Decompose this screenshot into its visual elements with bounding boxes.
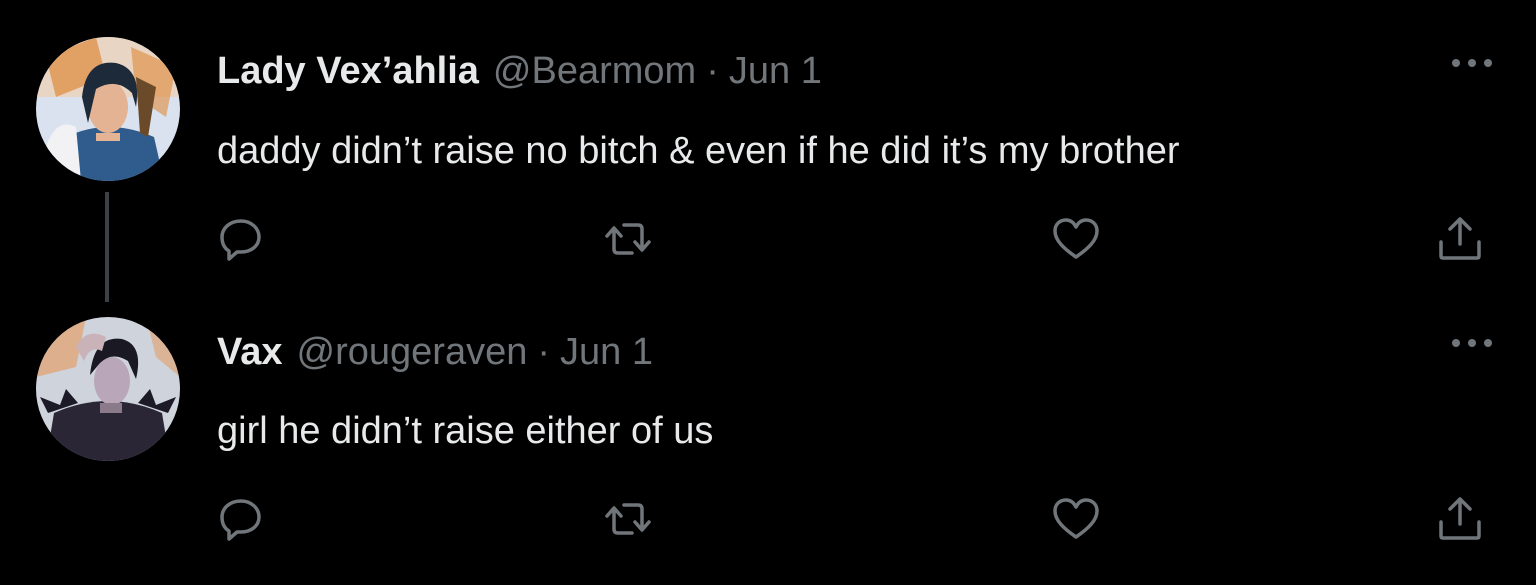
like-icon[interactable] bbox=[1051, 494, 1101, 544]
retweet-icon[interactable] bbox=[603, 494, 653, 544]
like-icon[interactable] bbox=[1051, 214, 1101, 264]
more-options-icon[interactable] bbox=[1450, 53, 1494, 73]
avatar-image bbox=[36, 37, 180, 181]
tweet-text: girl he didn’t raise either of us bbox=[217, 410, 714, 452]
tweet-text: daddy didn’t raise no bitch & even if he… bbox=[217, 130, 1180, 172]
avatar[interactable] bbox=[36, 37, 180, 181]
reply-icon[interactable] bbox=[217, 494, 267, 544]
tweet-actions bbox=[217, 494, 1487, 544]
share-icon[interactable] bbox=[1435, 494, 1485, 544]
avatar[interactable] bbox=[36, 317, 180, 461]
tweet-header: Lady Vex’ahlia @Bearmom · Jun 1 bbox=[217, 46, 822, 96]
more-options-icon[interactable] bbox=[1450, 333, 1494, 353]
avatar-image bbox=[36, 317, 180, 461]
display-name[interactable]: Vax bbox=[217, 327, 283, 377]
display-name[interactable]: Lady Vex’ahlia bbox=[217, 46, 479, 96]
tweet-actions bbox=[217, 214, 1487, 264]
tweet[interactable]: Lady Vex’ahlia @Bearmom · Jun 1 daddy di… bbox=[0, 0, 1536, 302]
tweet-date[interactable]: Jun 1 bbox=[560, 327, 653, 377]
reply-icon[interactable] bbox=[217, 214, 267, 264]
handle[interactable]: @Bearmom bbox=[493, 46, 696, 96]
retweet-icon[interactable] bbox=[603, 214, 653, 264]
tweet[interactable]: Vax @rougeraven · Jun 1 girl he didn’t r… bbox=[0, 300, 1536, 585]
tweet-header: Vax @rougeraven · Jun 1 bbox=[217, 327, 653, 377]
thread-line bbox=[105, 192, 109, 302]
separator-dot: · bbox=[706, 50, 719, 92]
tweet-date[interactable]: Jun 1 bbox=[729, 46, 822, 96]
separator-dot: · bbox=[537, 331, 551, 373]
handle[interactable]: @rougeraven bbox=[297, 327, 528, 377]
share-icon[interactable] bbox=[1435, 214, 1485, 264]
